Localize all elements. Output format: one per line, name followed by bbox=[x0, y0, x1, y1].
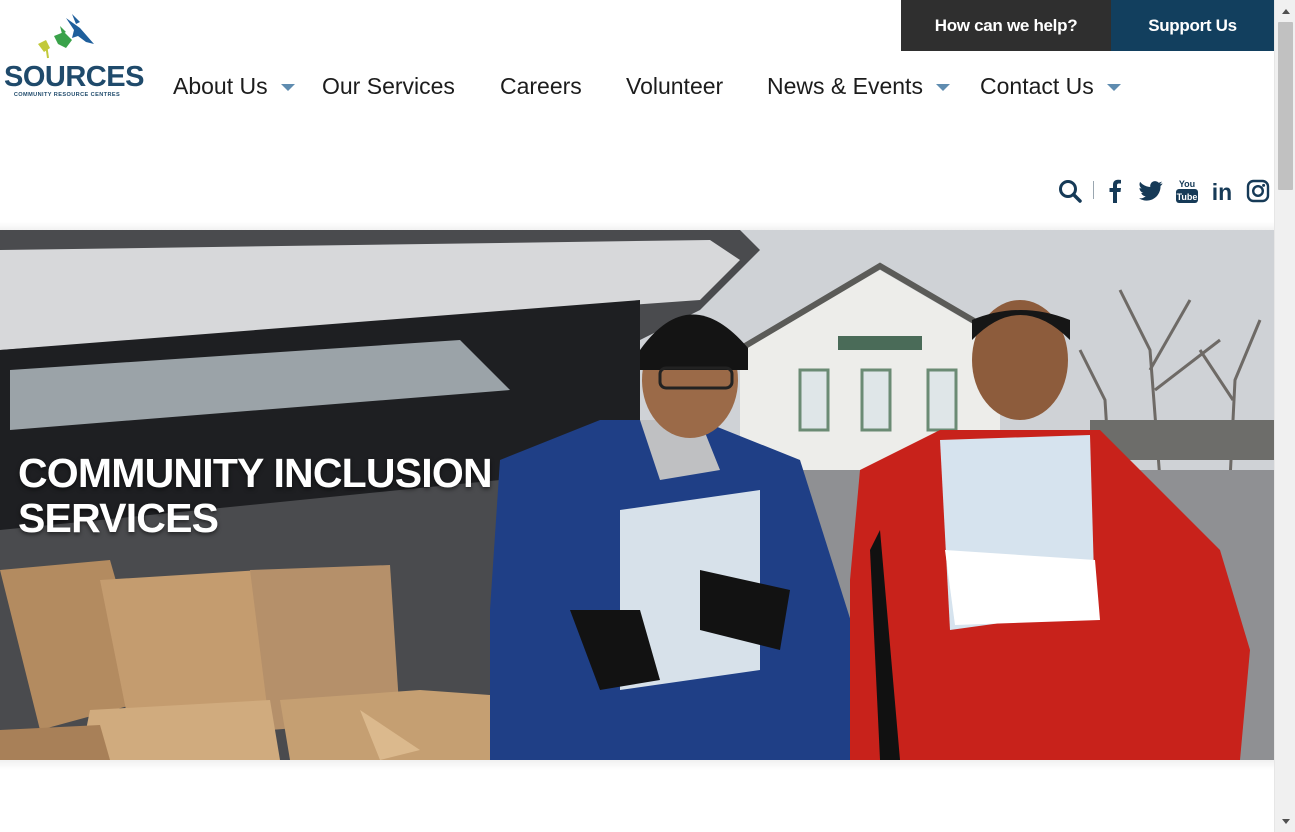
page-scrollbar[interactable] bbox=[1274, 0, 1295, 832]
linkedin-text: in bbox=[1212, 179, 1232, 203]
nav-item-about-us[interactable]: About Us bbox=[173, 66, 295, 106]
nav-label: Careers bbox=[500, 72, 582, 99]
header-shadow bbox=[0, 222, 1274, 230]
nav-item-careers[interactable]: Careers bbox=[500, 66, 582, 106]
hero-title: COMMUNITY INCLUSION SERVICES bbox=[18, 450, 493, 541]
logo-wordmark: SOURCES bbox=[4, 61, 144, 93]
nav-label: Volunteer bbox=[626, 72, 724, 99]
social-divider bbox=[1093, 181, 1094, 199]
twitter-icon[interactable] bbox=[1138, 176, 1164, 206]
hero-banner: COMMUNITY INCLUSION SERVICES bbox=[0, 230, 1274, 760]
chevron-down-icon bbox=[280, 83, 295, 91]
birds-logo-icon bbox=[38, 14, 94, 59]
chevron-down-icon bbox=[935, 83, 950, 91]
chevron-down-icon bbox=[1106, 83, 1121, 91]
scroll-up-arrow-icon[interactable] bbox=[1275, 0, 1295, 22]
search-icon[interactable] bbox=[1057, 176, 1083, 206]
hero-title-line-2: SERVICES bbox=[18, 495, 219, 541]
youtube-text-top: You bbox=[1179, 179, 1195, 189]
nav-label: Contact Us bbox=[980, 72, 1094, 99]
instagram-icon[interactable] bbox=[1245, 176, 1271, 206]
nav-item-volunteer[interactable]: Volunteer bbox=[626, 66, 723, 106]
nav-label: About Us bbox=[173, 72, 268, 99]
hero-bottom-shadow bbox=[0, 760, 1274, 770]
logo-tagline: COMMUNITY RESOURCE CENTRES bbox=[13, 92, 121, 98]
youtube-icon[interactable]: You Tube bbox=[1174, 176, 1200, 206]
nav-item-contact-us[interactable]: Contact Us bbox=[980, 66, 1121, 106]
youtube-text-bottom: Tube bbox=[1177, 192, 1198, 202]
nav-item-news-events[interactable]: News & Events bbox=[767, 66, 950, 106]
sources-logo[interactable]: SOURCES COMMUNITY RESOURCE CENTRES bbox=[4, 14, 144, 102]
scrollbar-thumb[interactable] bbox=[1278, 22, 1293, 190]
nav-label: News & Events bbox=[767, 72, 923, 99]
linkedin-icon[interactable]: in bbox=[1209, 176, 1235, 206]
nav-item-our-services[interactable]: Our Services bbox=[322, 66, 455, 106]
hero-title-line-1: COMMUNITY INCLUSION bbox=[18, 450, 493, 496]
nav-label: Our Services bbox=[322, 72, 455, 99]
scroll-down-arrow-icon[interactable] bbox=[1275, 810, 1295, 832]
support-us-button[interactable]: Support Us bbox=[1111, 0, 1274, 51]
how-can-we-help-button[interactable]: How can we help? bbox=[901, 0, 1111, 51]
facebook-icon[interactable] bbox=[1102, 176, 1128, 206]
